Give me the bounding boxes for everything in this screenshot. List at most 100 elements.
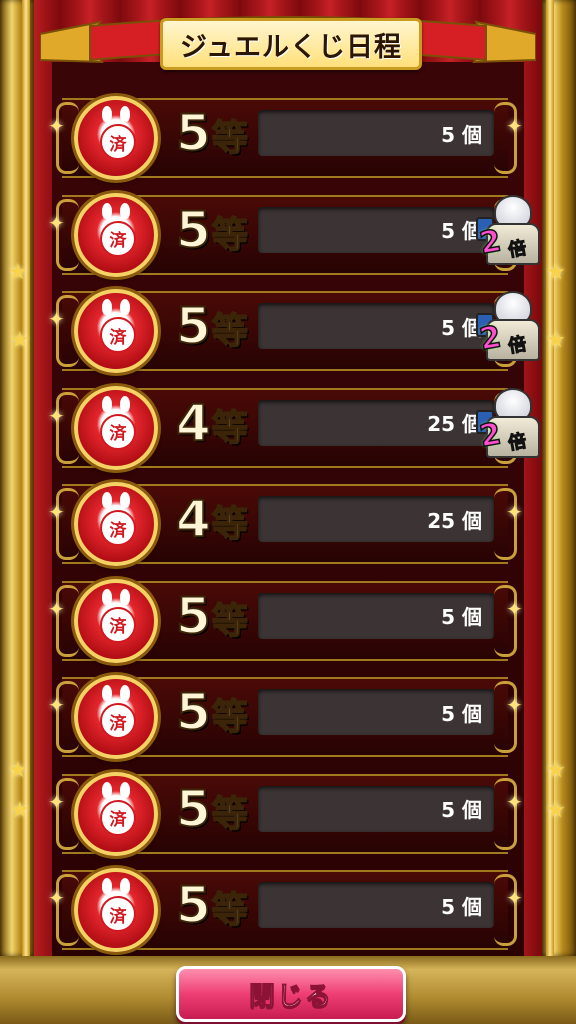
reward-count: 25 個 [427,508,482,533]
used-stamp-label: 済 [109,906,127,927]
close-button[interactable]: 閉じる [176,966,406,1022]
prize-rank-suffix: 等 [211,890,249,931]
used-ticket-medal-icon: 済 [74,675,158,759]
used-stamp-label: 済 [109,327,127,348]
row-ornament-right [494,874,517,946]
sparkle-icon: ✦ [48,307,65,331]
prize-rank-suffix: 等 [211,600,249,642]
list-item: ✦ ✦ 済 4 等 25 個 2 倍 [0,378,576,474]
prize-rank-number: 5 [175,876,212,934]
used-ticket-medal-icon: 済 [74,192,158,277]
reward-count-box: 5 個 [258,882,494,928]
prize-rank-number: 4 [175,490,212,548]
row-ornament-right [494,488,517,560]
medal-ears [98,685,134,701]
title-banner: ジュエルくじ日程 [40,4,536,84]
sparkle-icon: ✦ [48,114,65,138]
reward-count-box: 5 個 [258,689,494,735]
reward-count-box: 5 個 [258,303,494,349]
close-button-label: 閉じる [248,981,333,1012]
sparkle-icon: ✦ [48,886,65,910]
prize-rank: 5 等 [175,297,249,357]
footer-bar: 閉じる [0,956,576,1024]
prize-rank-number: 4 [175,393,212,452]
reward-count: 5 個 [441,605,482,629]
prize-rank-number: 5 [175,104,212,162]
list-item: ✦ ✦ 済 5 等 5 個 [0,571,576,667]
sparkle-icon: ✦ [506,500,523,524]
sparkle-icon: ✦ [506,789,523,814]
prize-rank: 5 等 [175,876,249,936]
used-stamp-label: 済 [109,713,127,734]
used-stamp: 済 [100,896,136,932]
list-item: ✦ ✦ 済 5 等 5 個 [0,860,576,956]
used-stamp: 済 [100,124,136,160]
sparkle-icon: ✦ [48,210,65,235]
character-bonus-icon: 2 倍 [472,384,546,464]
page-title: ジュエルくじ日程 [179,31,403,63]
sparkle-icon: ✦ [506,886,523,910]
used-ticket-medal-icon: 済 [74,868,158,952]
prize-rank: 5 等 [175,200,249,261]
used-stamp-label: 済 [109,617,127,637]
prize-rank-number: 5 [175,200,212,259]
used-ticket-medal-icon: 済 [74,771,158,856]
used-stamp: 済 [100,510,136,546]
prize-rank-suffix: 等 [211,311,249,352]
list-item: ✦ ✦ 済 5 等 5 個 2 倍 [0,185,576,281]
prize-rank-number: 5 [175,297,212,355]
reward-count-box: 5 個 [258,206,494,253]
sparkle-icon: ✦ [48,596,65,621]
prize-rank-suffix: 等 [211,214,249,256]
used-stamp: 済 [100,220,136,257]
used-stamp-label: 済 [109,134,127,155]
used-ticket-medal-icon: 済 [74,289,158,373]
medal-ears [98,492,134,508]
title-plate: ジュエルくじ日程 [160,18,422,70]
prize-rank-suffix: 等 [211,504,249,545]
used-stamp-label: 済 [109,520,127,541]
reward-count-box: 5 個 [258,592,494,639]
used-stamp-label: 済 [109,810,127,830]
prize-rank: 5 等 [175,104,249,164]
reward-count-box: 25 個 [258,496,494,542]
prize-rank-number: 5 [175,779,212,838]
sparkle-icon: ✦ [48,500,65,524]
row-ornament-right [494,681,517,753]
character-bonus-icon: 2 倍 [472,287,546,367]
sparkle-icon: ✦ [506,596,523,621]
medal-ears [98,781,134,798]
reward-count: 5 個 [441,701,482,726]
sparkle-icon: ✦ [48,789,65,814]
used-stamp: 済 [100,799,136,836]
reward-count-box: 25 個 [258,399,494,446]
used-stamp: 済 [100,413,136,450]
medal-ears [98,106,134,122]
sparkle-icon: ✦ [48,693,65,717]
used-stamp: 済 [100,317,136,353]
reward-count: 5 個 [441,894,482,919]
list-item: ✦ ✦ 済 5 等 5 個 [0,88,576,184]
sparkle-icon: ✦ [506,693,523,717]
reward-count-box: 5 個 [258,110,494,156]
medal-ears [98,299,134,315]
used-stamp-label: 済 [109,231,127,251]
used-ticket-medal-icon: 済 [74,482,158,566]
prize-rank: 5 等 [175,686,249,743]
prize-rank: 5 等 [175,586,249,647]
medal-ears [98,588,134,605]
list-item: ✦ ✦ 済 5 等 5 個 [0,667,576,763]
used-ticket-medal-icon: 済 [74,385,158,470]
list-item: ✦ ✦ 済 5 等 5 個 [0,764,576,860]
sparkle-icon: ✦ [48,403,65,428]
prize-rank-suffix: 等 [211,793,249,835]
reward-count: 5 個 [441,798,482,822]
medal-ears [98,202,134,219]
sparkle-icon: ✦ [506,114,523,138]
used-stamp-label: 済 [109,424,127,444]
prize-rank: 4 等 [175,490,249,550]
prize-rank-number: 5 [175,586,212,645]
medal-ears [98,395,134,412]
prize-rank: 5 等 [175,779,249,840]
used-ticket-medal-icon: 済 [74,96,158,180]
